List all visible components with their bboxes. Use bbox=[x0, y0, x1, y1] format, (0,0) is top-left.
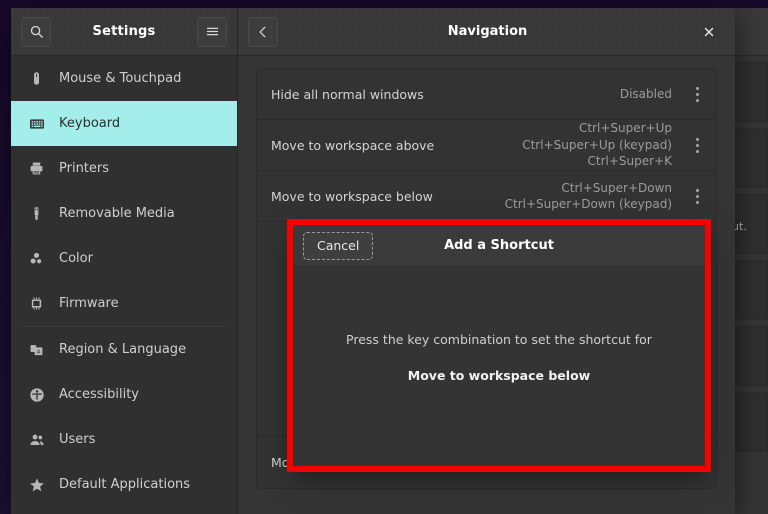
sidebar-item-label: Mouse & Touchpad bbox=[59, 71, 182, 86]
sidebar-item-color[interactable]: Color bbox=[11, 236, 237, 281]
dialog-body: Press the key combination to set the sho… bbox=[293, 267, 705, 466]
svg-text:A: A bbox=[37, 349, 41, 355]
chevron-left-icon bbox=[256, 25, 270, 39]
sidebar-item-accessibility[interactable]: Accessibility bbox=[11, 372, 237, 417]
main-menu-button[interactable] bbox=[197, 16, 227, 47]
sidebar-title: Settings bbox=[92, 24, 156, 39]
sidebar-item-default-applications[interactable]: Default Applications bbox=[11, 462, 237, 507]
region-language-icon: A bbox=[28, 341, 45, 358]
firmware-chip-icon bbox=[28, 295, 45, 312]
row-menu-button[interactable] bbox=[684, 128, 710, 162]
main-header: Navigation bbox=[238, 8, 735, 56]
search-button[interactable] bbox=[21, 16, 51, 47]
shortcut-name: Move to workspace above bbox=[271, 137, 435, 153]
hamburger-menu-icon bbox=[205, 24, 220, 39]
sidebar-item-label: Printers bbox=[59, 161, 110, 176]
table-row[interactable]: Move to workspace below Ctrl+Super+Down … bbox=[257, 171, 716, 222]
dialog-prompt: Press the key combination to set the sho… bbox=[346, 332, 652, 347]
sidebar-item-label: Removable Media bbox=[59, 206, 175, 221]
close-button[interactable] bbox=[697, 20, 721, 44]
shortcut-value: Disabled bbox=[619, 86, 672, 101]
accessibility-icon bbox=[28, 386, 45, 403]
sidebar-item-label: Users bbox=[59, 432, 96, 447]
cancel-button[interactable]: Cancel bbox=[303, 231, 374, 260]
users-icon bbox=[28, 431, 45, 448]
sidebar-item-users[interactable]: Users bbox=[11, 417, 237, 462]
sidebar-header: Settings bbox=[11, 8, 237, 56]
sidebar-item-label: Keyboard bbox=[59, 116, 121, 131]
close-icon bbox=[703, 26, 715, 38]
sidebar-item-label: Accessibility bbox=[59, 387, 139, 402]
star-icon bbox=[28, 476, 45, 493]
color-icon bbox=[28, 250, 45, 267]
mouse-icon bbox=[28, 70, 45, 87]
keyboard-icon bbox=[28, 115, 45, 132]
sidebar-item-removable-media[interactable]: Removable Media bbox=[11, 191, 237, 236]
sidebar-item-region-language[interactable]: A Region & Language bbox=[11, 327, 237, 372]
back-button[interactable] bbox=[248, 16, 278, 47]
dialog-header: Cancel Add a Shortcut bbox=[293, 225, 705, 267]
sidebar-item-label: Color bbox=[59, 251, 93, 266]
shortcut-value: Ctrl+Super+Down Ctrl+Super+Down (keypad) bbox=[504, 180, 672, 212]
sidebar-item-firmware[interactable]: Firmware bbox=[11, 281, 237, 326]
dialog-action-name: Move to workspace below bbox=[407, 368, 591, 383]
table-row[interactable]: Move to workspace above Ctrl+Super+Up Ct… bbox=[257, 120, 716, 171]
page-title: Navigation bbox=[447, 24, 528, 39]
sidebar-item-label: Default Applications bbox=[59, 477, 191, 492]
row-menu-button[interactable] bbox=[684, 179, 710, 213]
table-row[interactable]: Hide all normal windows Disabled bbox=[257, 69, 716, 120]
sidebar-item-keyboard[interactable]: Keyboard bbox=[11, 101, 237, 146]
printer-icon bbox=[28, 160, 45, 177]
add-shortcut-dialog: Cancel Add a Shortcut Press the key comb… bbox=[293, 225, 705, 466]
search-icon bbox=[29, 24, 44, 39]
sidebar-item-printers[interactable]: Printers bbox=[11, 146, 237, 191]
shortcut-name: Hide all normal windows bbox=[271, 86, 424, 102]
sidebar-item-label: Firmware bbox=[59, 296, 119, 311]
sidebar-item-list: Mouse & Touchpad Keyboard Printers Remov… bbox=[11, 56, 237, 514]
sidebar-item-mouse-touchpad[interactable]: Mouse & Touchpad bbox=[11, 56, 237, 101]
sidebar: Settings Mouse & Touchpad Keyboard Print… bbox=[11, 8, 238, 514]
sidebar-item-label: Region & Language bbox=[59, 342, 187, 357]
removable-media-icon bbox=[28, 205, 45, 222]
shortcut-name: Move to workspace below bbox=[271, 188, 433, 204]
row-menu-button[interactable] bbox=[684, 77, 710, 111]
shortcut-value: Ctrl+Super+Up Ctrl+Super+Up (keypad) Ctr… bbox=[522, 121, 672, 169]
